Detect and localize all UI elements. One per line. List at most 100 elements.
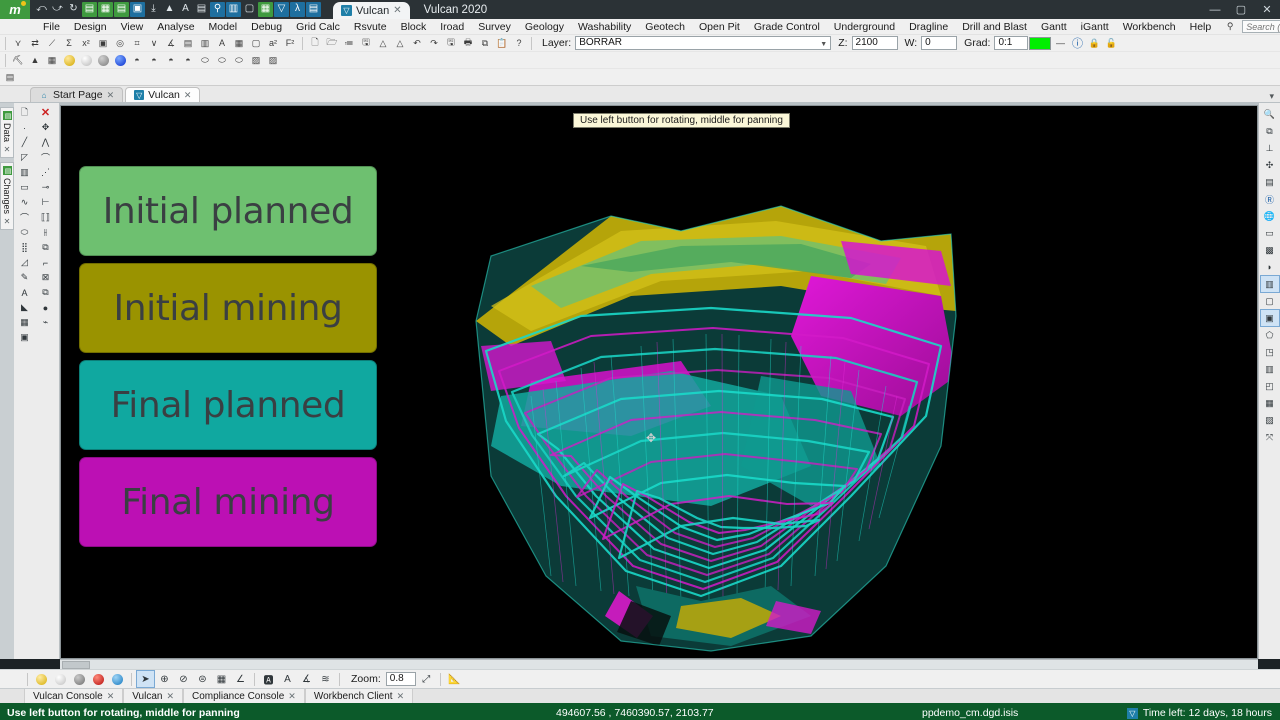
tab-vulcan[interactable]: ▽ Vulcan ✕ bbox=[125, 87, 201, 102]
search-icon[interactable]: ⚲ bbox=[1222, 19, 1238, 34]
open-pit-3d-model[interactable] bbox=[381, 146, 1001, 658]
menu-item-workbench[interactable]: Workbench bbox=[1116, 19, 1183, 35]
transform-icon[interactable]: ⊠ bbox=[36, 270, 55, 285]
isometric-icon[interactable]: ◳ bbox=[1261, 344, 1279, 360]
cube-grey-icon[interactable]: ▨ bbox=[265, 53, 281, 68]
point-icon[interactable]: · bbox=[15, 120, 34, 135]
attribute-icon[interactable]: a² bbox=[265, 36, 281, 51]
triangle-solid-icon[interactable]: ▲ bbox=[27, 53, 43, 68]
layer-combo[interactable]: BORRAR ▼ bbox=[575, 36, 832, 51]
maximize-button[interactable]: ▢ bbox=[1228, 0, 1254, 19]
render-mode-icon[interactable]: ▩ bbox=[1261, 242, 1279, 258]
sphere-red-icon[interactable] bbox=[90, 671, 107, 687]
terminal-icon[interactable]: ▤ bbox=[306, 1, 321, 17]
block-model-icon[interactable]: ▦ bbox=[44, 53, 60, 68]
capsule-dark-icon[interactable]: ◓ bbox=[163, 53, 179, 68]
ellipse-icon[interactable]: ⬭ bbox=[15, 225, 34, 240]
cylinder-dark-icon[interactable]: ⬭ bbox=[231, 53, 247, 68]
rectangle-select-icon[interactable]: ◸ bbox=[15, 150, 34, 165]
menu-item-help[interactable]: Help bbox=[1183, 19, 1219, 35]
annotation-view-icon[interactable]: ▨ bbox=[1261, 412, 1279, 428]
snap-point-icon[interactable]: ⊕ bbox=[156, 671, 173, 687]
menu-item-design[interactable]: Design bbox=[67, 19, 114, 35]
save-layer-icon[interactable]: 🖫 bbox=[358, 36, 374, 51]
menu-item-rsvute[interactable]: Rsvute bbox=[347, 19, 394, 35]
grad-input[interactable]: 0:1 bbox=[994, 36, 1029, 50]
sphere-blue-icon[interactable] bbox=[109, 671, 126, 687]
help-question-icon[interactable]: ? bbox=[511, 36, 527, 51]
sphere-white-icon[interactable] bbox=[52, 671, 69, 687]
dock-tab-data[interactable]: ▤ Data ✕ bbox=[0, 107, 14, 159]
cylinder-grey-icon[interactable]: ⬭ bbox=[214, 53, 230, 68]
layout-window-icon[interactable]: ▭ bbox=[1261, 225, 1279, 241]
download-icon[interactable]: ⤓ bbox=[146, 2, 161, 17]
set-center-icon[interactable]: ✣ bbox=[1261, 157, 1279, 173]
close-icon[interactable]: ✕ bbox=[107, 90, 115, 101]
menu-item-debug[interactable]: Debug bbox=[244, 19, 289, 35]
undo-arrow-icon[interactable]: ⤺ bbox=[34, 2, 49, 17]
dock-tab-changes[interactable]: ▤ Changes ✕ bbox=[0, 162, 14, 231]
sphere-yellow-icon[interactable] bbox=[61, 53, 77, 68]
measure-angle-icon[interactable]: ∡ bbox=[163, 36, 179, 51]
clone-icon[interactable]: ⧉ bbox=[36, 285, 55, 300]
capsule-blue-icon[interactable]: ◓ bbox=[180, 53, 196, 68]
measure-tool-icon[interactable]: 📐 bbox=[446, 671, 463, 687]
erase-icon[interactable]: ● bbox=[36, 300, 55, 315]
cube-icon[interactable]: ▥ bbox=[226, 1, 241, 17]
text-icon[interactable]: A bbox=[178, 2, 193, 17]
perspective-icon[interactable]: ⬠ bbox=[1261, 327, 1279, 343]
fill-gradient-icon[interactable]: ▥ bbox=[15, 165, 34, 180]
rectangle-icon[interactable]: ▭ bbox=[15, 180, 34, 195]
extrude-icon[interactable]: ◿ bbox=[15, 255, 34, 270]
chevron-down-icon[interactable]: ▼ bbox=[820, 39, 827, 51]
spreadsheet-icon[interactable]: ▦ bbox=[258, 1, 273, 17]
plan-view-icon[interactable]: ◰ bbox=[1261, 378, 1279, 394]
globe-icon[interactable]: 🌐 bbox=[1261, 208, 1279, 224]
drillhole-icon[interactable]: ⛏ bbox=[10, 53, 26, 68]
grid-points-icon[interactable]: ⣿ bbox=[15, 240, 34, 255]
hatch-icon[interactable]: ≋ bbox=[317, 671, 334, 687]
polyline-icon[interactable]: ⟋ bbox=[44, 36, 60, 51]
window-tab-vulcan[interactable]: ▽ Vulcan ✕ bbox=[333, 2, 410, 19]
target-icon[interactable]: ◎ bbox=[112, 36, 128, 51]
database-icon[interactable]: ▣ bbox=[15, 330, 34, 345]
corner-icon[interactable]: ⌐ bbox=[36, 255, 55, 270]
paste-icon[interactable]: 📋 bbox=[494, 36, 510, 51]
close-icon[interactable]: ✕ bbox=[397, 691, 405, 702]
new-object-icon[interactable]: 🗋 bbox=[15, 105, 34, 120]
zoom-input[interactable]: 0.8 bbox=[385, 672, 416, 686]
document-icon[interactable]: ▢ bbox=[242, 2, 257, 17]
sphere-grey-icon[interactable] bbox=[95, 53, 111, 68]
script-icon[interactable]: λ bbox=[290, 1, 305, 17]
pin-icon[interactable]: ⚲ bbox=[210, 1, 225, 17]
text-angle-icon[interactable]: ∡ bbox=[298, 671, 315, 687]
close-icon[interactable]: ✕ bbox=[3, 145, 12, 154]
shaded-view-icon[interactable]: ▥ bbox=[1259, 275, 1280, 293]
cube-yellow-icon[interactable]: ▨ bbox=[248, 53, 264, 68]
menu-item-model[interactable]: Model bbox=[202, 19, 245, 35]
text-box-icon[interactable]: 🅰 bbox=[260, 671, 277, 687]
formula-icon[interactable]: F² bbox=[282, 36, 298, 51]
cylinder-yellow-icon[interactable]: ⬭ bbox=[197, 53, 213, 68]
window-icon[interactable]: ▣ bbox=[130, 1, 145, 17]
redo-arrow-icon[interactable]: ⤻ bbox=[50, 2, 65, 17]
menu-item-open-pit[interactable]: Open Pit bbox=[692, 19, 747, 35]
layers-list-icon[interactable]: ≔ bbox=[341, 36, 357, 51]
line-segment-icon[interactable]: ⇄ bbox=[27, 36, 43, 51]
layers-icon[interactable]: ▤ bbox=[194, 2, 209, 17]
brush-icon[interactable]: ✎ bbox=[15, 270, 34, 285]
text-bold-icon[interactable]: A bbox=[214, 36, 230, 51]
redo-icon[interactable]: ↷ bbox=[426, 36, 442, 51]
copy-object-icon[interactable]: ⧉ bbox=[36, 240, 55, 255]
mirror-icon[interactable]: ⫲ bbox=[36, 225, 55, 240]
sphere-white-icon[interactable] bbox=[78, 53, 94, 68]
minimize-button[interactable]: — bbox=[1202, 0, 1228, 19]
menu-item-iroad[interactable]: Iroad bbox=[433, 19, 471, 35]
bottom-tab-vulcan-console[interactable]: Vulcan Console ✕ bbox=[24, 689, 124, 703]
snap-midpoint-icon[interactable]: ⊘ bbox=[175, 671, 192, 687]
menu-item-view[interactable]: View bbox=[114, 19, 151, 35]
select-pointer-icon[interactable]: ➤ bbox=[136, 670, 155, 688]
reset-view-icon[interactable]: ⤧ bbox=[1261, 429, 1279, 445]
data-table-icon[interactable]: ▤ bbox=[82, 1, 97, 17]
zoom-window-icon[interactable]: ⧉ bbox=[1261, 123, 1279, 139]
